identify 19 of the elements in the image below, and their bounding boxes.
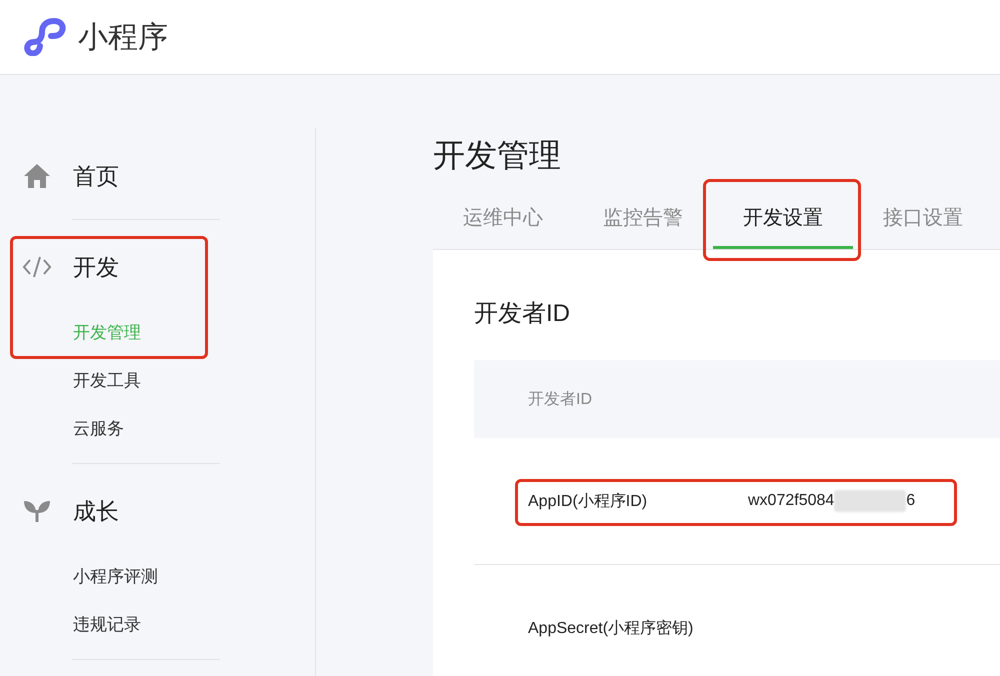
field-label: AppID(小程序ID) bbox=[528, 492, 648, 512]
field-label: AppSecret(小程序密钥) bbox=[528, 618, 694, 638]
page-title: 开发管理 bbox=[433, 136, 562, 175]
sidebar-item[interactable]: 违规记录 bbox=[22, 600, 315, 648]
field-value: 6 bbox=[906, 492, 916, 510]
sidebar-section-label[interactable]: 成长 bbox=[73, 496, 119, 526]
sidebar-section-label[interactable]: 首页 bbox=[73, 160, 119, 192]
column-header: 开发者ID bbox=[528, 390, 592, 410]
code-icon bbox=[22, 256, 52, 278]
sidebar-item[interactable]: 云服务 bbox=[22, 404, 315, 452]
sidebar-item[interactable]: 小程序评测 bbox=[22, 552, 315, 600]
sprout-icon bbox=[24, 500, 50, 522]
logo-icon bbox=[24, 18, 66, 56]
sidebar-section-label[interactable]: 开发 bbox=[73, 252, 119, 282]
home-icon bbox=[23, 163, 51, 189]
app-title: 小程序 bbox=[78, 20, 168, 56]
sidebar-item[interactable]: 开发工具 bbox=[22, 356, 315, 404]
field-value: wx072f5084 bbox=[748, 492, 834, 510]
section-heading: 开发者ID bbox=[474, 299, 571, 329]
